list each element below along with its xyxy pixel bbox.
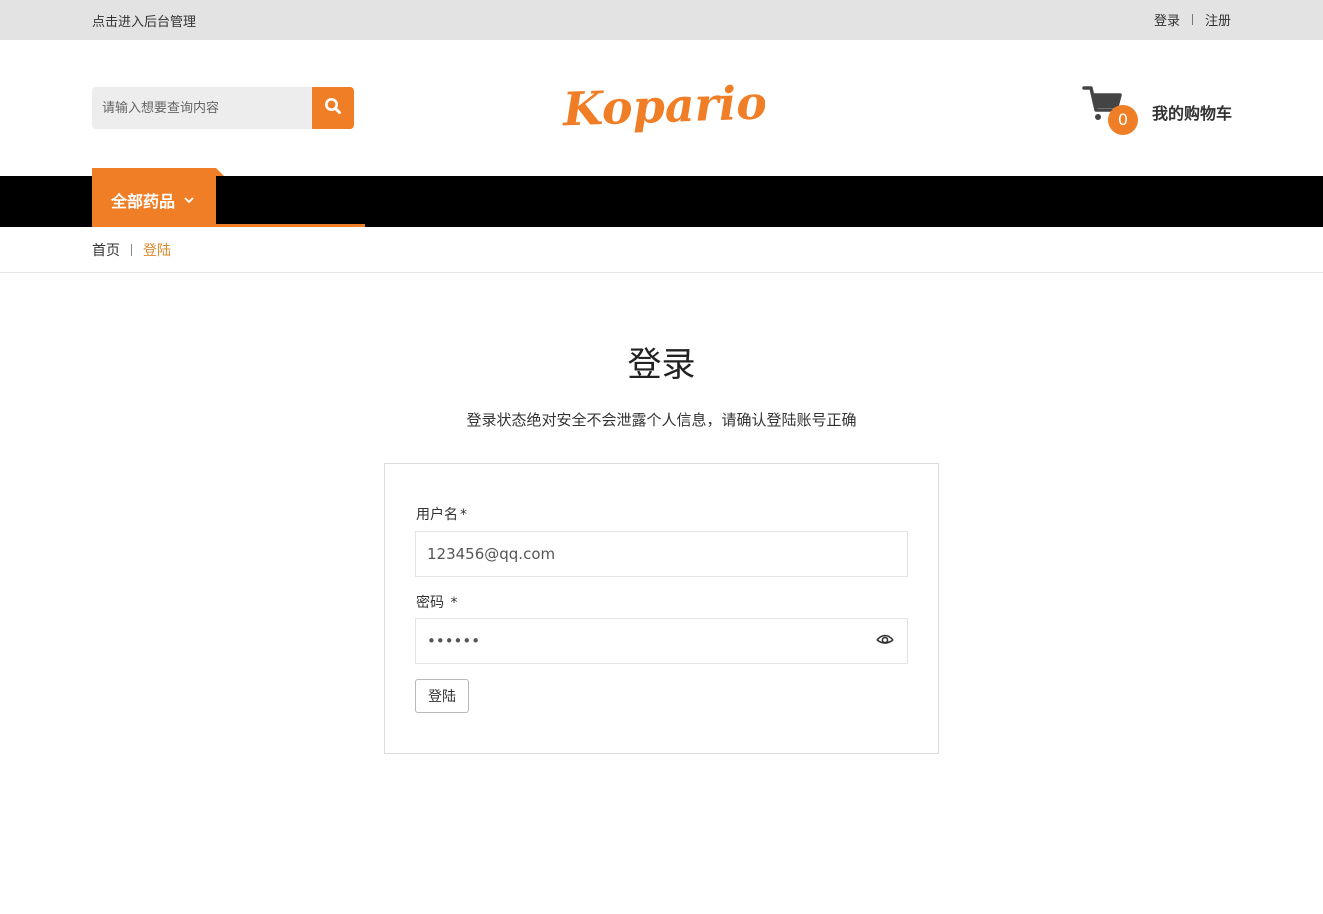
breadcrumb-current: 登陆 (143, 243, 171, 259)
breadcrumb: 首页 登陆 (92, 240, 171, 260)
auth-links: 登录 注册 (1154, 10, 1231, 29)
register-link[interactable]: 注册 (1205, 10, 1231, 29)
top-bar: 点击进入后台管理 登录 注册 (0, 0, 1323, 40)
page-title: 登录 (627, 345, 696, 385)
breadcrumb-separator (131, 244, 132, 256)
password-label: 密码 * (416, 592, 457, 612)
auth-separator (1191, 14, 1193, 25)
chevron-down-icon (184, 196, 194, 204)
breadcrumb-home[interactable]: 首页 (92, 240, 120, 260)
cart-button[interactable]: 0 我的购物车 (1082, 84, 1232, 138)
all-products-menu[interactable]: 全部药品 (92, 168, 216, 224)
cart-count-badge: 0 (1108, 105, 1138, 135)
login-submit-button[interactable]: 登陆 (415, 679, 469, 713)
login-form: 用户名* 密码 * 登陆 (384, 463, 939, 754)
cart-label: 我的购物车 (1152, 104, 1233, 123)
username-label: 用户名 * (416, 504, 467, 524)
login-link[interactable]: 登录 (1154, 10, 1180, 29)
search-bar (92, 87, 354, 129)
eye-icon (875, 631, 895, 650)
required-marker: * (450, 595, 458, 611)
menu-tab-corner (216, 168, 224, 176)
breadcrumb-divider (0, 272, 1323, 273)
required-marker: * (460, 507, 467, 523)
search-input[interactable] (92, 87, 312, 129)
admin-link[interactable]: 点击进入后台管理 (92, 11, 196, 30)
password-field[interactable] (415, 618, 908, 664)
site-logo[interactable]: Koparion (560, 70, 801, 140)
password-label-text: 密码 (416, 595, 444, 611)
all-products-label: 全部药品 (111, 192, 176, 211)
username-label-text: 用户名 (416, 507, 458, 523)
logo-text: Koparion (560, 74, 765, 136)
search-icon (324, 97, 342, 119)
nav-accent-line (92, 224, 365, 227)
search-button[interactable] (312, 87, 354, 129)
password-visibility-toggle[interactable] (872, 630, 898, 650)
username-field[interactable] (415, 531, 908, 577)
page-subtitle: 登录状态绝对安全不会泄露个人信息，请确认登陆账号正确 (466, 411, 857, 429)
